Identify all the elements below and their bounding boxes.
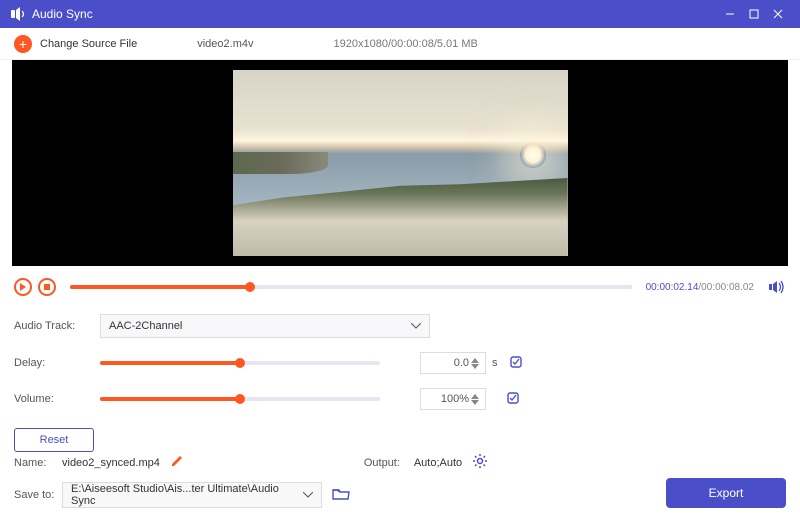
delay-reset-icon[interactable] xyxy=(508,354,524,373)
chevron-down-icon xyxy=(411,320,421,332)
volume-slider[interactable] xyxy=(100,397,380,401)
audio-track-select[interactable]: AAC-2Channel xyxy=(100,314,430,338)
add-source-icon[interactable]: + xyxy=(14,35,32,53)
delay-unit: s xyxy=(492,357,498,369)
source-bar: + Change Source File video2.m4v 1920x108… xyxy=(0,28,800,60)
export-button[interactable]: Export xyxy=(666,478,786,508)
playback-time: 00:00:02.14/00:00:08.02 xyxy=(646,282,754,293)
audio-track-label: Audio Track: xyxy=(14,320,100,332)
name-value: video2_synced.mp4 xyxy=(62,457,160,469)
output-value: Auto;Auto xyxy=(414,457,462,469)
delay-input[interactable]: 0.0 xyxy=(420,352,486,374)
playback-row: 00:00:02.14/00:00:08.02 xyxy=(14,274,786,300)
volume-input[interactable]: 100% xyxy=(420,388,486,410)
play-button[interactable] xyxy=(14,278,32,296)
volume-label: Volume: xyxy=(14,393,100,405)
delay-label: Delay: xyxy=(14,357,100,369)
stop-button[interactable] xyxy=(38,278,56,296)
output-label: Output: xyxy=(364,457,414,469)
change-source-button[interactable]: Change Source File xyxy=(40,38,137,50)
chevron-down-icon xyxy=(303,489,313,501)
source-meta: 1920x1080/00:00:08/5.01 MB xyxy=(334,38,478,50)
name-row: Name: video2_synced.mp4 Output: Auto;Aut… xyxy=(14,453,786,472)
volume-reset-icon[interactable] xyxy=(505,390,521,409)
playback-progress[interactable] xyxy=(70,285,632,289)
delay-slider[interactable] xyxy=(100,361,380,365)
delay-spin-up[interactable] xyxy=(471,358,483,363)
window-title: Audio Sync xyxy=(32,7,718,21)
minimize-button[interactable] xyxy=(718,2,742,26)
close-button[interactable] xyxy=(766,2,790,26)
maximize-button[interactable] xyxy=(742,2,766,26)
volume-row: Volume: 100% xyxy=(14,388,786,410)
volume-spin-down[interactable] xyxy=(471,400,483,405)
volume-icon[interactable] xyxy=(768,279,786,295)
video-preview xyxy=(12,60,788,266)
save-label: Save to: xyxy=(14,489,62,501)
output-settings-icon[interactable] xyxy=(472,453,488,472)
name-label: Name: xyxy=(14,457,62,469)
delay-spin-down[interactable] xyxy=(471,364,483,369)
source-filename: video2.m4v xyxy=(197,38,253,50)
volume-spin-up[interactable] xyxy=(471,394,483,399)
titlebar: Audio Sync xyxy=(0,0,800,28)
open-folder-icon[interactable] xyxy=(332,487,350,504)
audio-track-row: Audio Track: AAC-2Channel xyxy=(14,314,786,338)
video-canvas xyxy=(233,70,568,256)
save-path-select[interactable]: E:\Aiseesoft Studio\Ais...ter Ultimate\A… xyxy=(62,482,322,508)
delay-row: Delay: 0.0 s xyxy=(14,352,786,374)
edit-name-icon[interactable] xyxy=(170,454,184,471)
app-logo-icon xyxy=(10,6,26,22)
